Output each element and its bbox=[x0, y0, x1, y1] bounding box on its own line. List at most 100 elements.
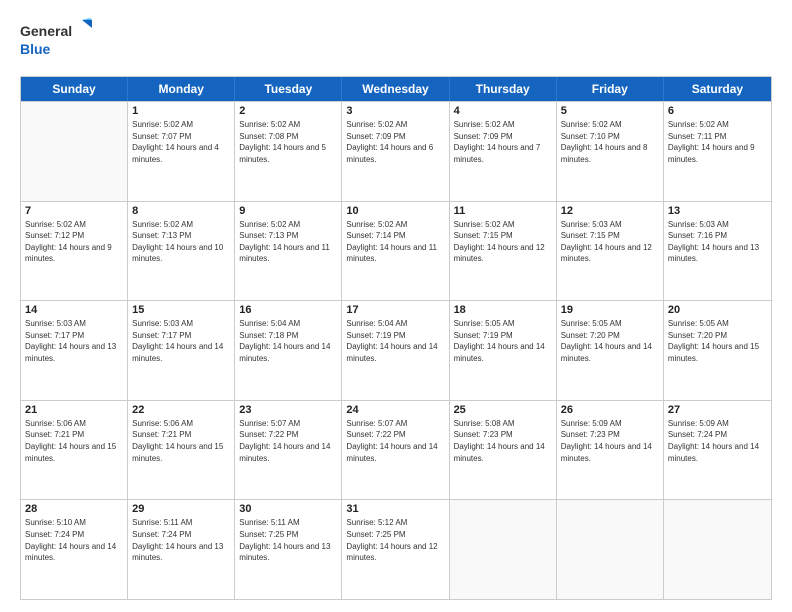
day-number: 7 bbox=[25, 205, 123, 217]
day-number: 9 bbox=[239, 205, 337, 217]
day-info: Sunrise: 5:05 AM Sunset: 7:19 PM Dayligh… bbox=[454, 318, 552, 364]
day-number: 26 bbox=[561, 404, 659, 416]
calendar-row: 1 Sunrise: 5:02 AM Sunset: 7:07 PM Daylig… bbox=[21, 101, 771, 201]
calendar-cell: 4 Sunrise: 5:02 AM Sunset: 7:09 PM Daylig… bbox=[450, 102, 557, 201]
calendar-cell: 30 Sunrise: 5:11 AM Sunset: 7:25 PM Dayli… bbox=[235, 500, 342, 599]
svg-text:General: General bbox=[20, 23, 72, 39]
calendar-cell: 2 Sunrise: 5:02 AM Sunset: 7:08 PM Daylig… bbox=[235, 102, 342, 201]
cal-header-cell: Monday bbox=[128, 77, 235, 101]
day-number: 30 bbox=[239, 503, 337, 515]
calendar-row: 21 Sunrise: 5:06 AM Sunset: 7:21 PM Dayli… bbox=[21, 400, 771, 500]
day-info: Sunrise: 5:05 AM Sunset: 7:20 PM Dayligh… bbox=[561, 318, 659, 364]
day-info: Sunrise: 5:03 AM Sunset: 7:17 PM Dayligh… bbox=[132, 318, 230, 364]
calendar-cell: 26Sunrise: 5:09 AM Sunset: 7:23 PM Dayli… bbox=[557, 401, 664, 500]
day-number: 16 bbox=[239, 304, 337, 316]
calendar-cell: 22 Sunrise: 5:06 AM Sunset: 7:21 PM Dayli… bbox=[128, 401, 235, 500]
day-number: 13 bbox=[668, 205, 767, 217]
day-info: Sunrise: 5:07 AM Sunset: 7:22 PM Dayligh… bbox=[239, 418, 337, 464]
calendar-cell: 21 Sunrise: 5:06 AM Sunset: 7:21 PM Dayli… bbox=[21, 401, 128, 500]
day-info: Sunrise: 5:04 AM Sunset: 7:19 PM Dayligh… bbox=[346, 318, 444, 364]
calendar-cell: 19 Sunrise: 5:05 AM Sunset: 7:20 PM Dayli… bbox=[557, 301, 664, 400]
calendar-cell bbox=[557, 500, 664, 599]
calendar-cell: 15Sunrise: 5:03 AM Sunset: 7:17 PM Dayli… bbox=[128, 301, 235, 400]
day-number: 18 bbox=[454, 304, 552, 316]
day-number: 25 bbox=[454, 404, 552, 416]
calendar-cell: 25Sunrise: 5:08 AM Sunset: 7:23 PM Dayli… bbox=[450, 401, 557, 500]
day-info: Sunrise: 5:09 AM Sunset: 7:24 PM Dayligh… bbox=[668, 418, 767, 464]
calendar-cell bbox=[21, 102, 128, 201]
day-info: Sunrise: 5:03 AM Sunset: 7:16 PM Dayligh… bbox=[668, 219, 767, 265]
day-number: 10 bbox=[346, 205, 444, 217]
day-number: 14 bbox=[25, 304, 123, 316]
day-number: 8 bbox=[132, 205, 230, 217]
calendar-cell: 28Sunrise: 5:10 AM Sunset: 7:24 PM Dayli… bbox=[21, 500, 128, 599]
day-number: 11 bbox=[454, 205, 552, 217]
day-info: Sunrise: 5:02 AM Sunset: 7:08 PM Dayligh… bbox=[239, 119, 337, 165]
day-info: Sunrise: 5:02 AM Sunset: 7:09 PM Dayligh… bbox=[454, 119, 552, 165]
calendar-cell: 16Sunrise: 5:04 AM Sunset: 7:18 PM Dayli… bbox=[235, 301, 342, 400]
day-info: Sunrise: 5:12 AM Sunset: 7:25 PM Dayligh… bbox=[346, 517, 444, 563]
calendar-cell: 20 Sunrise: 5:05 AM Sunset: 7:20 PM Dayli… bbox=[664, 301, 771, 400]
calendar-cell: 5 Sunrise: 5:02 AM Sunset: 7:10 PM Daylig… bbox=[557, 102, 664, 201]
day-info: Sunrise: 5:02 AM Sunset: 7:07 PM Dayligh… bbox=[132, 119, 230, 165]
day-info: Sunrise: 5:06 AM Sunset: 7:21 PM Dayligh… bbox=[132, 418, 230, 464]
header: General Blue bbox=[20, 18, 772, 66]
day-number: 19 bbox=[561, 304, 659, 316]
day-info: Sunrise: 5:11 AM Sunset: 7:24 PM Dayligh… bbox=[132, 517, 230, 563]
day-number: 20 bbox=[668, 304, 767, 316]
day-number: 17 bbox=[346, 304, 444, 316]
day-number: 31 bbox=[346, 503, 444, 515]
cal-header-cell: Saturday bbox=[664, 77, 771, 101]
day-info: Sunrise: 5:03 AM Sunset: 7:15 PM Dayligh… bbox=[561, 219, 659, 265]
day-info: Sunrise: 5:07 AM Sunset: 7:22 PM Dayligh… bbox=[346, 418, 444, 464]
day-number: 3 bbox=[346, 105, 444, 117]
day-number: 29 bbox=[132, 503, 230, 515]
day-number: 2 bbox=[239, 105, 337, 117]
cal-header-cell: Sunday bbox=[21, 77, 128, 101]
calendar-cell bbox=[664, 500, 771, 599]
day-info: Sunrise: 5:02 AM Sunset: 7:14 PM Dayligh… bbox=[346, 219, 444, 265]
day-info: Sunrise: 5:05 AM Sunset: 7:20 PM Dayligh… bbox=[668, 318, 767, 364]
day-info: Sunrise: 5:10 AM Sunset: 7:24 PM Dayligh… bbox=[25, 517, 123, 563]
calendar-cell: 18 Sunrise: 5:05 AM Sunset: 7:19 PM Dayli… bbox=[450, 301, 557, 400]
cal-header-cell: Thursday bbox=[450, 77, 557, 101]
cal-header-cell: Wednesday bbox=[342, 77, 449, 101]
calendar-row: 14 Sunrise: 5:03 AM Sunset: 7:17 PM Dayli… bbox=[21, 300, 771, 400]
calendar-body: 1 Sunrise: 5:02 AM Sunset: 7:07 PM Daylig… bbox=[21, 101, 771, 599]
calendar-row: 7Sunrise: 5:02 AM Sunset: 7:12 PM Daylig… bbox=[21, 201, 771, 301]
calendar-cell: 11Sunrise: 5:02 AM Sunset: 7:15 PM Dayli… bbox=[450, 202, 557, 301]
calendar-row: 28Sunrise: 5:10 AM Sunset: 7:24 PM Dayli… bbox=[21, 499, 771, 599]
day-number: 4 bbox=[454, 105, 552, 117]
day-number: 27 bbox=[668, 404, 767, 416]
calendar-header-row: SundayMondayTuesdayWednesdayThursdayFrid… bbox=[21, 77, 771, 101]
calendar-cell: 23Sunrise: 5:07 AM Sunset: 7:22 PM Dayli… bbox=[235, 401, 342, 500]
day-info: Sunrise: 5:02 AM Sunset: 7:09 PM Dayligh… bbox=[346, 119, 444, 165]
day-number: 22 bbox=[132, 404, 230, 416]
day-info: Sunrise: 5:02 AM Sunset: 7:10 PM Dayligh… bbox=[561, 119, 659, 165]
cal-header-cell: Tuesday bbox=[235, 77, 342, 101]
logo: General Blue bbox=[20, 18, 100, 66]
calendar-cell: 13 Sunrise: 5:03 AM Sunset: 7:16 PM Dayli… bbox=[664, 202, 771, 301]
logo-svg: General Blue bbox=[20, 18, 100, 66]
calendar-cell: 8 Sunrise: 5:02 AM Sunset: 7:13 PM Daylig… bbox=[128, 202, 235, 301]
day-info: Sunrise: 5:03 AM Sunset: 7:17 PM Dayligh… bbox=[25, 318, 123, 364]
calendar-cell bbox=[450, 500, 557, 599]
day-info: Sunrise: 5:11 AM Sunset: 7:25 PM Dayligh… bbox=[239, 517, 337, 563]
calendar-cell: 1 Sunrise: 5:02 AM Sunset: 7:07 PM Daylig… bbox=[128, 102, 235, 201]
day-info: Sunrise: 5:06 AM Sunset: 7:21 PM Dayligh… bbox=[25, 418, 123, 464]
day-number: 12 bbox=[561, 205, 659, 217]
calendar-cell: 31 Sunrise: 5:12 AM Sunset: 7:25 PM Dayli… bbox=[342, 500, 449, 599]
day-number: 21 bbox=[25, 404, 123, 416]
svg-text:Blue: Blue bbox=[20, 41, 51, 57]
calendar-cell: 3 Sunrise: 5:02 AM Sunset: 7:09 PM Daylig… bbox=[342, 102, 449, 201]
calendar-cell: 17 Sunrise: 5:04 AM Sunset: 7:19 PM Dayli… bbox=[342, 301, 449, 400]
calendar-cell: 14 Sunrise: 5:03 AM Sunset: 7:17 PM Dayli… bbox=[21, 301, 128, 400]
day-info: Sunrise: 5:02 AM Sunset: 7:13 PM Dayligh… bbox=[132, 219, 230, 265]
calendar: SundayMondayTuesdayWednesdayThursdayFrid… bbox=[20, 76, 772, 600]
day-number: 5 bbox=[561, 105, 659, 117]
calendar-cell: 9Sunrise: 5:02 AM Sunset: 7:13 PM Daylig… bbox=[235, 202, 342, 301]
calendar-cell: 29 Sunrise: 5:11 AM Sunset: 7:24 PM Dayli… bbox=[128, 500, 235, 599]
calendar-cell: 12 Sunrise: 5:03 AM Sunset: 7:15 PM Dayli… bbox=[557, 202, 664, 301]
day-info: Sunrise: 5:02 AM Sunset: 7:11 PM Dayligh… bbox=[668, 119, 767, 165]
day-number: 1 bbox=[132, 105, 230, 117]
